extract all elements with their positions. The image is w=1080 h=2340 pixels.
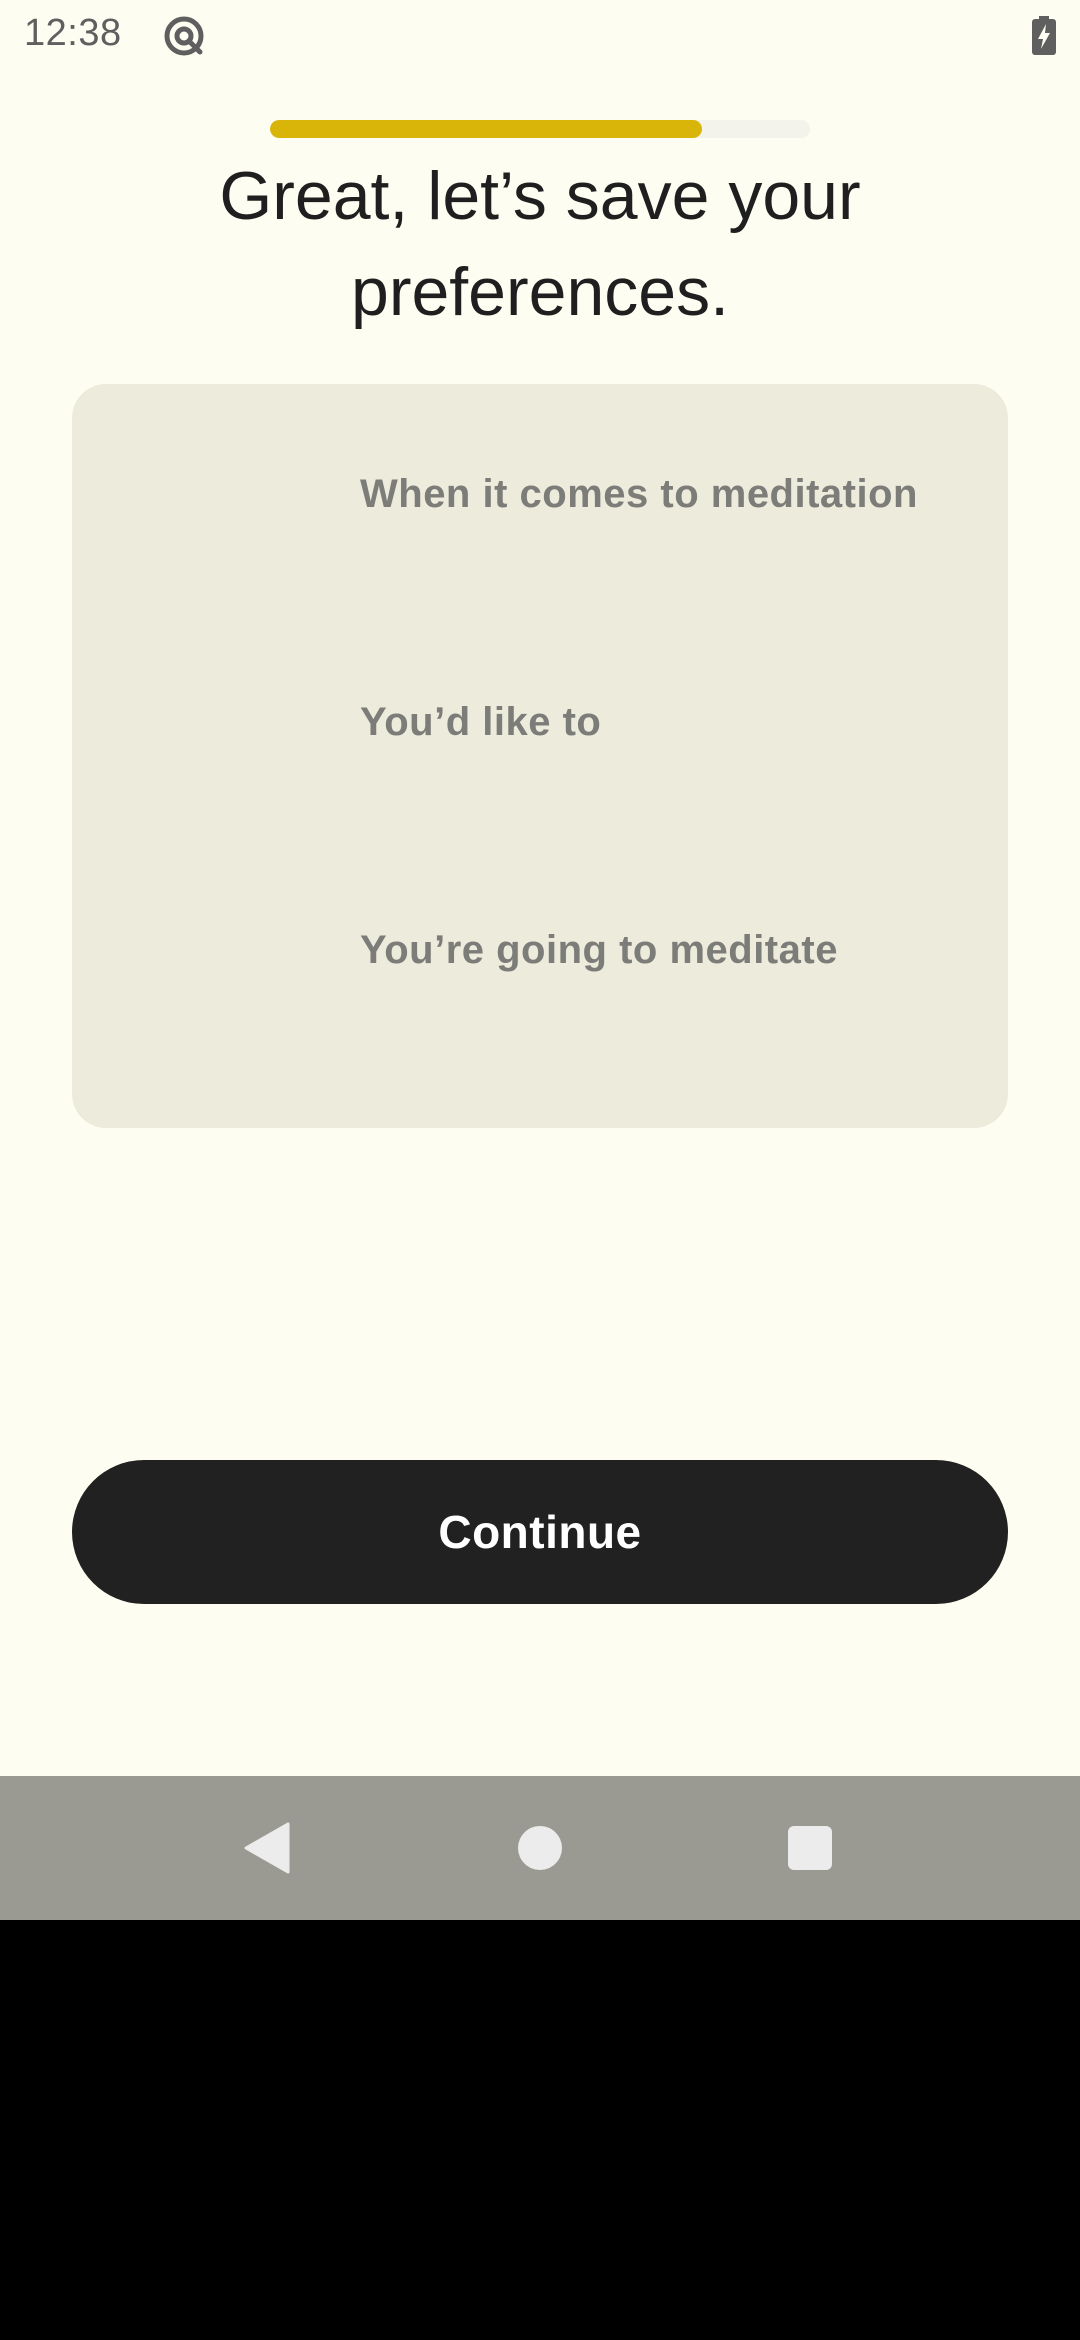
preferences-summary-card: When it comes to meditation You’d like t… (72, 384, 1008, 1128)
pref-meditation-experience: When it comes to meditation (360, 472, 918, 516)
recents-square-icon[interactable] (788, 1826, 832, 1870)
back-triangle-icon[interactable] (244, 1822, 290, 1874)
page-title: Great, let’s save your preferences. (219, 158, 861, 330)
progress-bar-fill (270, 120, 702, 138)
pref-goal: You’d like to (360, 700, 602, 744)
screen-bottom-area (0, 1920, 1080, 2340)
battery-charging-icon (1032, 16, 1056, 55)
progress-bar (270, 120, 810, 138)
home-circle-icon[interactable] (518, 1826, 562, 1870)
continue-button[interactable]: Continue (72, 1460, 1008, 1604)
app-screen: 12:38 Great, let’s save your preferences… (0, 0, 1080, 1776)
status-time: 12:38 (24, 12, 122, 54)
status-bar: 12:38 (0, 0, 1080, 72)
pref-schedule: You’re going to meditate (360, 928, 838, 972)
at-sign-circle-icon (164, 16, 204, 56)
